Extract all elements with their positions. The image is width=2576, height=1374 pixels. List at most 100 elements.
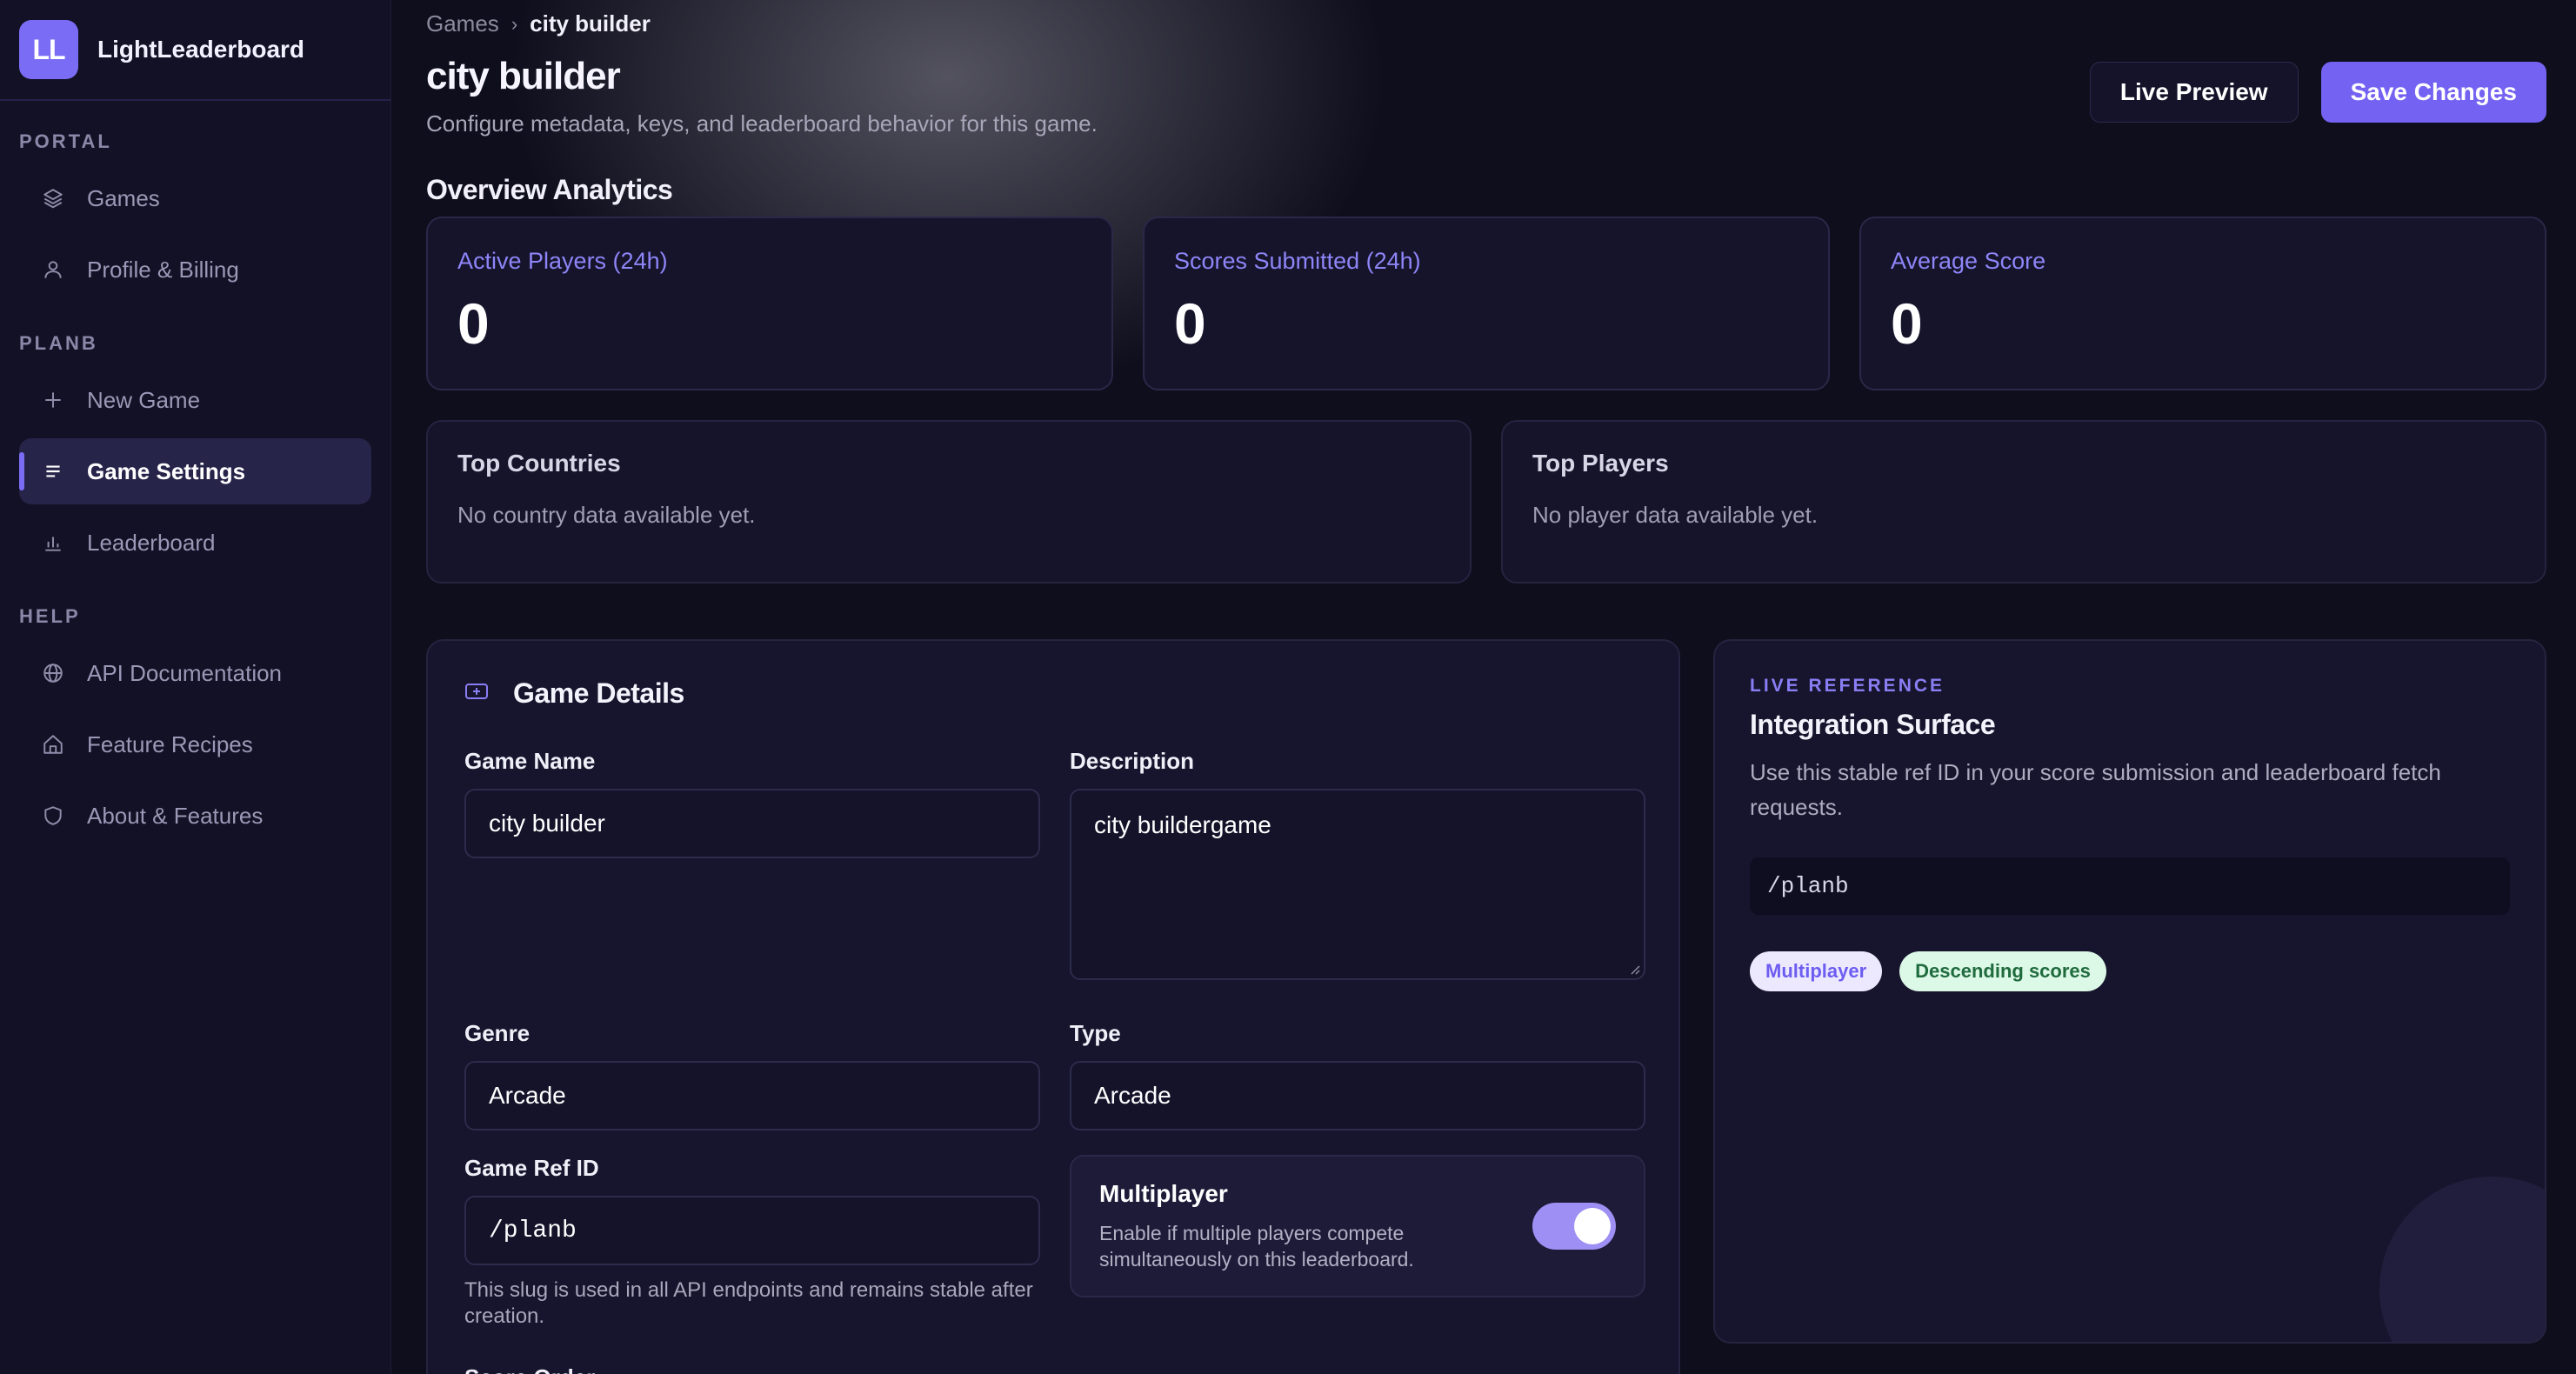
ref-id-label: Game Ref ID xyxy=(464,1155,599,1181)
live-reference-tag: LIVE REFERENCE xyxy=(1750,676,1945,696)
top-countries-card: Top Countries No country data available … xyxy=(426,420,1472,584)
genre-input[interactable]: Arcade xyxy=(464,1061,1040,1131)
ref-id-group: Game Ref ID /planb This slug is used in … xyxy=(464,1155,1040,1374)
main-content: Games › city builder city builder Config… xyxy=(391,0,2576,1374)
multiplayer-title: Multiplayer xyxy=(1099,1180,1228,1207)
multiplayer-desc: Enable if multiple players compete simul… xyxy=(1099,1222,1414,1271)
descending-scores-pill: Descending scores xyxy=(1899,951,2106,991)
home-icon xyxy=(42,733,64,756)
sidebar-item-label: New Game xyxy=(87,386,201,413)
brand-logo: LL xyxy=(19,20,78,79)
sidebar-item-new-game[interactable]: New Game xyxy=(19,367,371,433)
top-players-card: Top Players No player data available yet… xyxy=(1501,420,2546,584)
stat-value: 0 xyxy=(457,291,490,356)
description-textarea[interactable]: city buildergame xyxy=(1070,789,1645,980)
sidebar-item-label: About & Features xyxy=(87,802,264,829)
stat-value: 0 xyxy=(1891,291,1923,356)
type-group: Type Arcade xyxy=(1070,1020,1645,1131)
decorative-circle xyxy=(2379,1177,2545,1342)
integration-surface-card: LIVE REFERENCE Integration Surface Use t… xyxy=(1713,639,2546,1344)
multiplayer-pill: Multiplayer xyxy=(1750,951,1883,991)
layers-icon xyxy=(42,187,64,210)
sidebar-item-label: API Documentation xyxy=(87,659,283,686)
top-players-title: Top Players xyxy=(1532,450,1669,477)
bar-chart-icon xyxy=(42,531,64,554)
score-order-label: Score Order xyxy=(464,1364,1040,1374)
reference-pills: Multiplayer Descending scores xyxy=(1750,951,2510,991)
breadcrumb-current: city builder xyxy=(530,10,651,37)
stat-label: Active Players (24h) xyxy=(457,248,668,274)
user-icon xyxy=(42,258,64,281)
stat-card-average-score: Average Score 0 xyxy=(1859,217,2546,390)
integration-surface-title: Integration Surface xyxy=(1750,709,1996,740)
sidebar-item-label: Profile & Billing xyxy=(87,256,239,283)
ref-id-input[interactable]: /planb xyxy=(464,1196,1040,1265)
stats-row: Active Players (24h) 0 Scores Submitted … xyxy=(426,217,2546,390)
sidebar-item-label: Game Settings xyxy=(87,457,246,484)
stat-label: Average Score xyxy=(1891,248,2046,274)
top-players-empty: No player data available yet. xyxy=(1532,502,1819,528)
stat-card-active-players: Active Players (24h) 0 xyxy=(426,217,1113,390)
sidebar-item-about-features[interactable]: About & Features xyxy=(19,783,371,849)
live-preview-button[interactable]: Live Preview xyxy=(2089,62,2299,123)
breadcrumb-separator: › xyxy=(511,12,518,35)
resize-handle-icon[interactable] xyxy=(1628,963,1640,975)
sidebar-item-label: Games xyxy=(87,184,160,211)
app-root: LL LightLeaderboard PORTAL Games Profile… xyxy=(0,0,2576,1374)
sidebar-item-feature-recipes[interactable]: Feature Recipes xyxy=(19,711,371,777)
ref-id-code[interactable]: /planb xyxy=(1750,857,2510,915)
gamepad-icon xyxy=(464,681,489,706)
breadcrumb: Games › city builder xyxy=(426,0,2546,37)
sidebar: LL LightLeaderboard PORTAL Games Profile… xyxy=(0,0,391,1374)
page-title: city builder xyxy=(426,55,621,97)
stat-card-scores-submitted: Scores Submitted (24h) 0 xyxy=(1143,217,1830,390)
nav-section-portal: PORTAL xyxy=(19,130,112,152)
description-group: Description city buildergame xyxy=(1070,748,1645,980)
save-changes-button[interactable]: Save Changes xyxy=(2320,62,2546,123)
game-name-input[interactable]: city builder xyxy=(464,789,1040,858)
multiplayer-switch[interactable] xyxy=(1532,1203,1616,1250)
genre-group: Genre Arcade xyxy=(464,1020,1040,1131)
multiplayer-toggle-box: Multiplayer Enable if multiple players c… xyxy=(1070,1155,1645,1297)
globe-icon xyxy=(42,662,64,684)
type-label: Type xyxy=(1070,1020,1121,1046)
game-details-form: Game Name city builder Description city … xyxy=(464,748,1645,1374)
stat-label: Scores Submitted (24h) xyxy=(1174,248,1421,274)
top-countries-title: Top Countries xyxy=(457,450,621,477)
sidebar-item-profile-billing[interactable]: Profile & Billing xyxy=(19,237,371,303)
game-name-group: Game Name city builder xyxy=(464,748,1040,980)
game-name-label: Game Name xyxy=(464,748,596,774)
page-subtitle: Configure metadata, keys, and leaderboar… xyxy=(426,110,1098,137)
game-details-card: Game Details Game Name city builder Desc… xyxy=(426,639,1680,1374)
sidebar-item-games[interactable]: Games xyxy=(19,165,371,231)
description-value: city buildergame xyxy=(1094,811,1271,838)
sidebar-item-api-documentation[interactable]: API Documentation xyxy=(19,640,371,706)
integration-surface-desc: Use this stable ref ID in your score sub… xyxy=(1750,759,2441,820)
switch-knob xyxy=(1574,1208,1611,1244)
type-input[interactable]: Arcade xyxy=(1070,1061,1645,1131)
brand[interactable]: LL LightLeaderboard xyxy=(0,0,390,101)
header-actions: Live Preview Save Changes xyxy=(2089,62,2546,123)
nav-section-help: HELP xyxy=(19,605,81,627)
brand-name: LightLeaderboard xyxy=(97,36,305,63)
shield-icon xyxy=(42,804,64,827)
stat-value: 0 xyxy=(1174,291,1206,356)
lines-icon xyxy=(42,460,64,483)
nav-section-planb: PLANB xyxy=(19,332,98,354)
top-countries-empty: No country data available yet. xyxy=(457,502,756,528)
breadcrumb-link-games[interactable]: Games xyxy=(426,10,499,37)
plus-icon xyxy=(42,389,64,411)
game-details-header: Game Details xyxy=(464,677,1642,710)
sidebar-item-label: Leaderboard xyxy=(87,529,216,556)
multiplayer-group: Multiplayer Enable if multiple players c… xyxy=(1070,1155,1645,1374)
description-label: Description xyxy=(1070,748,1195,774)
genre-label: Genre xyxy=(464,1020,531,1046)
lower-section: Game Details Game Name city builder Desc… xyxy=(426,639,2546,1374)
overview-analytics-title: Overview Analytics xyxy=(426,174,673,205)
page-header: city builder Configure metadata, keys, a… xyxy=(426,55,2546,137)
ref-id-help: This slug is used in all API endpoints a… xyxy=(464,1278,1033,1328)
top-lists-row: Top Countries No country data available … xyxy=(426,420,2546,584)
sidebar-item-label: Feature Recipes xyxy=(87,730,253,757)
sidebar-item-leaderboard[interactable]: Leaderboard xyxy=(19,510,371,576)
sidebar-item-game-settings[interactable]: Game Settings xyxy=(19,438,371,504)
